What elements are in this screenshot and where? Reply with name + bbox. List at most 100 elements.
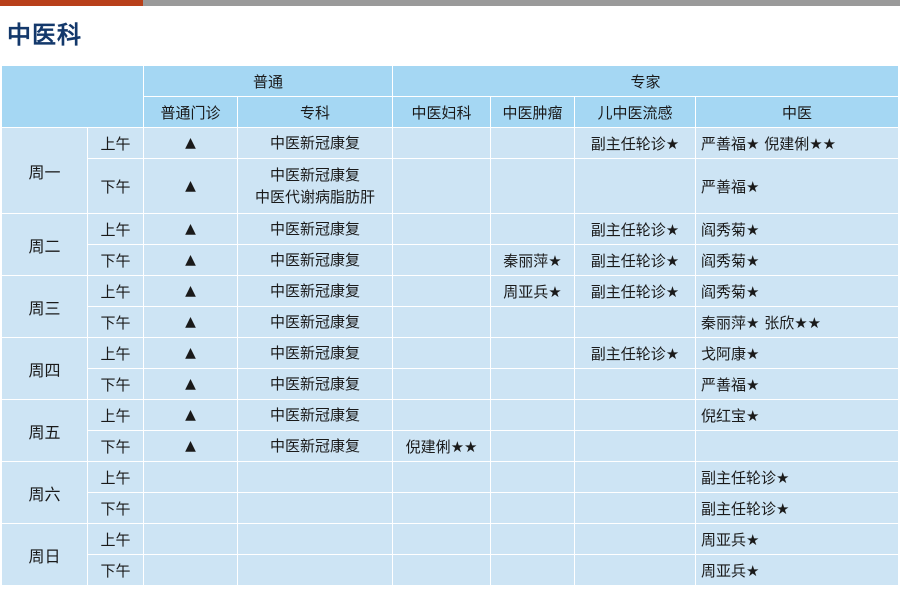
specialty-item: 中医新冠康复 — [270, 406, 361, 424]
oncology-cell — [490, 430, 576, 462]
outpatient-mark: ▲ — [143, 213, 238, 245]
specialty-cell: 中医新冠康复 — [236, 127, 394, 159]
period-label: 上午 — [87, 399, 144, 431]
day-label: 周三 — [1, 275, 88, 338]
table-row: 下午 ▲ 中医新冠康复 严善福★ — [2, 368, 900, 400]
schedule-table: 普通 专家 普通门诊 专科 中医妇科 中医肿瘤 儿中医流感 中医 周一 上午 ▲ 中医… — [1, 65, 900, 586]
top-accent-highlight — [0, 0, 143, 6]
header-row-groups: 普通 专家 — [1, 65, 900, 128]
specialty-cell — [236, 554, 394, 586]
outpatient-mark: ▲ — [143, 430, 238, 462]
period-label: 下午 — [87, 554, 144, 586]
period-label: 下午 — [87, 430, 144, 462]
header-corner — [1, 65, 144, 128]
oncology-cell — [490, 523, 576, 555]
oncology-cell — [490, 399, 576, 431]
outpatient-mark: ▲ — [143, 244, 238, 276]
specialty-cell — [236, 523, 394, 555]
period-label: 上午 — [87, 461, 144, 493]
outpatient-mark: ▲ — [143, 337, 238, 369]
specialty-item: 中医新冠康复 — [270, 437, 361, 455]
oncology-cell: 周亚兵★ — [490, 275, 576, 307]
column-header-gynecology: 中医妇科 — [392, 96, 492, 128]
table-row: 周五 上午 ▲ 中医新冠康复 倪红宝★ — [1, 399, 900, 462]
outpatient-mark: ▲ — [143, 399, 238, 431]
table-row: 周三 上午 ▲ 中医新冠康复 周亚兵★ 副主任轮诊★ 阎秀菊★ — [1, 275, 900, 338]
table-row: 周日 上午 周亚兵★ — [1, 523, 900, 586]
gynecology-cell — [392, 213, 492, 245]
table-row: 下午 ▲ 中医新冠康复 秦丽萍★ 副主任轮诊★ 阎秀菊★ — [2, 244, 900, 276]
tcm-cell: 周亚兵★ — [695, 554, 900, 586]
tcm-cell: 阎秀菊★ — [695, 275, 900, 307]
specialty-cell: 中医新冠康复 — [236, 430, 394, 462]
table-row: 下午 副主任轮诊★ — [2, 492, 900, 524]
period-label: 下午 — [87, 244, 144, 276]
oncology-cell — [490, 554, 576, 586]
gynecology-cell: 倪建俐★★ — [392, 430, 492, 462]
period-label: 下午 — [87, 492, 144, 524]
pediatric-flu-cell: 副主任轮诊★ — [574, 213, 697, 245]
tcm-cell: 周亚兵★ — [695, 523, 900, 555]
column-header-specialty: 专科 — [236, 96, 394, 128]
outpatient-mark: ▲ — [143, 127, 238, 159]
outpatient-mark — [143, 554, 238, 586]
oncology-cell — [490, 158, 576, 214]
specialty-item: 中医新冠康复 — [270, 344, 361, 362]
oncology-cell: 秦丽萍★ — [490, 244, 576, 276]
specialty-cell: 中医新冠康复 — [236, 368, 394, 400]
specialty-item: 中医新冠康复 — [270, 313, 361, 331]
gynecology-cell — [392, 461, 492, 493]
period-label: 上午 — [87, 275, 144, 307]
specialty-item: 中医新冠康复 — [270, 251, 361, 269]
table-row: 周一 上午 ▲ 中医新冠康复 副主任轮诊★ 严善福★ 倪建俐★★ — [1, 127, 900, 214]
pediatric-flu-cell — [574, 461, 697, 493]
top-accent-bar — [0, 0, 900, 6]
specialty-item: 中医代谢病脂肪肝 — [255, 188, 376, 206]
day-label: 周一 — [1, 127, 88, 214]
tcm-cell: 严善福★ — [695, 368, 900, 400]
oncology-cell — [490, 213, 576, 245]
tcm-cell: 阎秀菊★ — [695, 244, 900, 276]
specialty-item: 中医新冠康复 — [270, 220, 361, 238]
oncology-cell — [490, 306, 576, 338]
schedule-body: 周一 上午 ▲ 中医新冠康复 副主任轮诊★ 严善福★ 倪建俐★★ 下午 ▲ 中医新冠康复 中医代谢… — [1, 127, 900, 586]
tcm-cell: 严善福★ — [695, 158, 900, 214]
column-header-oncology: 中医肿瘤 — [490, 96, 576, 128]
gynecology-cell — [392, 275, 492, 307]
pediatric-flu-cell: 副主任轮诊★ — [574, 127, 697, 159]
outpatient-mark: ▲ — [143, 158, 238, 214]
specialty-cell — [236, 461, 394, 493]
gynecology-cell — [392, 523, 492, 555]
specialty-cell: 中医新冠康复 — [236, 399, 394, 431]
specialty-item: 中医新冠康复 — [270, 282, 361, 300]
specialty-cell: 中医新冠康复 中医代谢病脂肪肝 — [236, 158, 394, 214]
specialty-item: 中医新冠康复 — [270, 375, 361, 393]
specialty-cell: 中医新冠康复 — [236, 275, 394, 307]
period-label: 下午 — [87, 158, 144, 214]
tcm-cell: 阎秀菊★ — [695, 213, 900, 245]
period-label: 下午 — [87, 368, 144, 400]
pediatric-flu-cell: 副主任轮诊★ — [574, 275, 697, 307]
gynecology-cell — [392, 158, 492, 214]
tcm-cell: 副主任轮诊★ — [695, 461, 900, 493]
header-group-expert: 专家 — [392, 65, 900, 97]
table-row: 下午 ▲ 中医新冠康复 中医代谢病脂肪肝 严善福★ — [2, 158, 900, 214]
gynecology-cell — [392, 337, 492, 369]
tcm-cell: 倪红宝★ — [695, 399, 900, 431]
outpatient-mark: ▲ — [143, 368, 238, 400]
outpatient-mark — [143, 492, 238, 524]
table-row: 周二 上午 ▲ 中医新冠康复 副主任轮诊★ 阎秀菊★ — [1, 213, 900, 276]
oncology-cell — [490, 492, 576, 524]
page-title: 中医科 — [7, 21, 82, 49]
table-row: 下午 周亚兵★ — [2, 554, 900, 586]
gynecology-cell — [392, 244, 492, 276]
table-row: 下午 ▲ 中医新冠康复 秦丽萍★ 张欣★★ — [2, 306, 900, 338]
specialty-item: 中医新冠康复 — [270, 166, 361, 184]
specialty-cell: 中医新冠康复 — [236, 244, 394, 276]
day-label: 周六 — [1, 461, 88, 524]
period-label: 上午 — [87, 337, 144, 369]
day-label: 周二 — [1, 213, 88, 276]
oncology-cell — [490, 368, 576, 400]
column-header-tcm: 中医 — [695, 96, 900, 128]
specialty-cell: 中医新冠康复 — [236, 213, 394, 245]
